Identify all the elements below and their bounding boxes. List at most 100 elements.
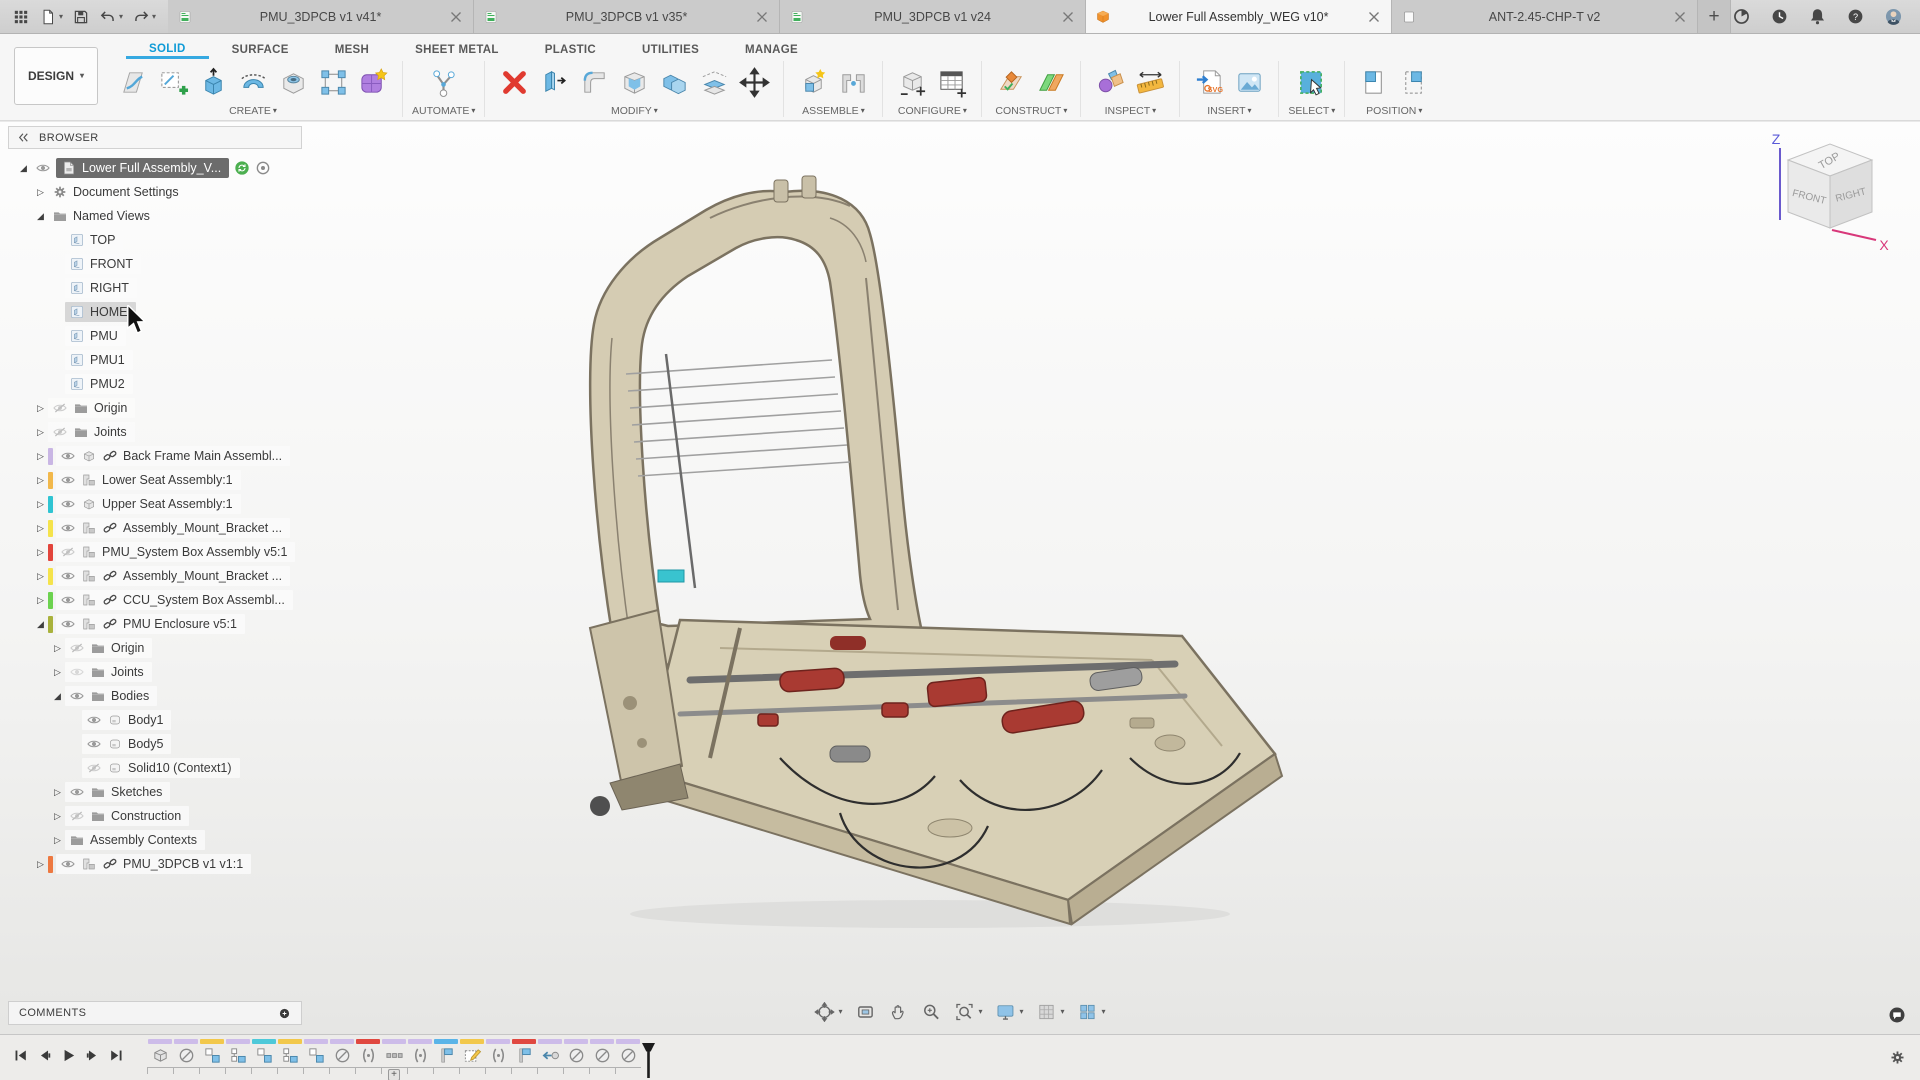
expander-expanded-icon[interactable]: ◢: [50, 691, 65, 702]
expander-collapsed-icon[interactable]: ▷: [33, 451, 48, 462]
save-button[interactable]: [72, 8, 90, 26]
visibility-toggle-icon[interactable]: [86, 712, 102, 728]
tool-revert-position[interactable]: [1394, 61, 1434, 103]
expander-collapsed-icon[interactable]: ▷: [33, 547, 48, 558]
browser-item[interactable]: Upper Seat Assembly:1: [56, 494, 241, 514]
timeline-feature-joint-mirror[interactable]: [355, 1039, 381, 1065]
ribbon-tab-utilities[interactable]: UTILITIES: [619, 39, 722, 59]
expander-collapsed-icon[interactable]: ▷: [33, 859, 48, 870]
browser-row[interactable]: ▷ PMU_System Box Assembly v5:1: [8, 540, 302, 564]
browser-row[interactable]: ◢ Lower Full Assembly_V...: [8, 156, 302, 180]
timeline-feature-joint[interactable]: [277, 1039, 303, 1065]
tool-move-copy[interactable]: [734, 61, 774, 103]
tool-press-pull[interactable]: [534, 61, 574, 103]
document-tab[interactable]: PMU_3DPCB v1 v41*: [168, 0, 474, 33]
visibility-toggle[interactable]: [31, 158, 55, 178]
browser-row[interactable]: Body1: [8, 708, 302, 732]
visibility-toggle-icon[interactable]: [69, 664, 85, 680]
browser-item[interactable]: Body1: [82, 710, 171, 730]
close-tab-icon[interactable]: [448, 9, 464, 25]
tool-insert-canvas[interactable]: [1229, 61, 1269, 103]
close-tab-icon[interactable]: [1366, 9, 1382, 25]
group-label-inspect[interactable]: INSPECT▾: [1105, 105, 1157, 117]
visibility-toggle-icon[interactable]: [69, 808, 85, 824]
timeline-group-expand-icon[interactable]: +: [388, 1069, 400, 1080]
visibility-toggle-icon[interactable]: [60, 496, 76, 512]
tool-extrude[interactable]: [193, 61, 233, 103]
expander-collapsed-icon[interactable]: ▷: [33, 475, 48, 486]
pb-skip-start-button[interactable]: [12, 1047, 29, 1064]
browser-item[interactable]: PMU_System Box Assembly v5:1: [56, 542, 295, 562]
visibility-toggle-icon[interactable]: [60, 616, 76, 632]
tool-form[interactable]: [353, 61, 393, 103]
expander-collapsed-icon[interactable]: ▷: [33, 571, 48, 582]
tool-configuration-table[interactable]: [932, 61, 972, 103]
timeline-feature-component[interactable]: [251, 1039, 277, 1065]
close-tab-icon[interactable]: [1672, 9, 1688, 25]
expander-collapsed-icon[interactable]: ▷: [33, 187, 48, 198]
ribbon-tab-surface[interactable]: SURFACE: [209, 39, 312, 59]
expander-expanded-icon[interactable]: ◢: [16, 163, 31, 174]
browser-row[interactable]: PMU2: [8, 372, 302, 396]
nav-zoom-button[interactable]: [921, 1002, 941, 1022]
tool-pattern[interactable]: [313, 61, 353, 103]
browser-row[interactable]: ▷Origin: [8, 396, 302, 420]
browser-item[interactable]: Sketches: [65, 782, 170, 802]
notifications-icon[interactable]: [1807, 6, 1828, 27]
tool-hole[interactable]: [273, 61, 313, 103]
browser-item[interactable]: Origin: [65, 638, 152, 658]
expander-collapsed-icon[interactable]: ▷: [50, 667, 65, 678]
close-tab-icon[interactable]: [1060, 9, 1076, 25]
browser-row[interactable]: ▷Lower Seat Assembly:1: [8, 468, 302, 492]
timeline-feature-plane-flag[interactable]: [433, 1039, 459, 1065]
browser-item[interactable]: Back Frame Main Assembl...: [56, 446, 290, 466]
browser-item[interactable]: Origin: [48, 398, 135, 418]
tool-generative-design[interactable]: [424, 61, 464, 103]
timeline-feature-circle[interactable]: [563, 1039, 589, 1065]
visibility-toggle-icon[interactable]: [69, 688, 85, 704]
group-label-create[interactable]: CREATE▾: [229, 105, 277, 117]
timeline-feature-sketch-edit[interactable]: [459, 1039, 485, 1065]
browser-row[interactable]: ▷ Back Frame Main Assembl...: [8, 444, 302, 468]
visibility-toggle-icon[interactable]: [60, 544, 76, 560]
browser-item[interactable]: Joints: [65, 662, 152, 682]
nav-grid-button[interactable]: ▾: [1037, 1002, 1065, 1022]
tool-capture-position[interactable]: [1354, 61, 1394, 103]
avatar-icon[interactable]: [1883, 6, 1904, 27]
browser-item[interactable]: Named Views: [48, 206, 158, 226]
timeline-feature-joint-mirror[interactable]: [485, 1039, 511, 1065]
browser-item[interactable]: Assembly Contexts: [65, 830, 205, 850]
redo-button[interactable]: ▾: [132, 8, 156, 26]
help-icon[interactable]: ?: [1845, 6, 1866, 27]
context-badge-icon[interactable]: [255, 160, 271, 176]
pb-skip-end-button[interactable]: [108, 1047, 125, 1064]
browser-item[interactable]: Assembly_Mount_Bracket ...: [56, 566, 290, 586]
browser-row[interactable]: RIGHT: [8, 276, 302, 300]
browser-row[interactable]: PMU: [8, 324, 302, 348]
visibility-toggle-icon[interactable]: [60, 472, 76, 488]
tool-measure[interactable]: [1130, 61, 1170, 103]
browser-item[interactable]: FRONT: [65, 254, 141, 274]
tool-create-sketch[interactable]: [153, 61, 193, 103]
browser-item[interactable]: CCU_System Box Assembl...: [56, 590, 293, 610]
browser-item[interactable]: Construction: [65, 806, 189, 826]
tool-midplane[interactable]: [991, 61, 1031, 103]
nav-orbit-button[interactable]: ▾: [814, 1002, 842, 1022]
browser-item[interactable]: Document Settings: [48, 182, 187, 202]
selected-item[interactable]: Lower Full Assembly_V...: [56, 158, 229, 178]
nav-lookat-button[interactable]: [855, 1002, 875, 1022]
timeline-feature-dots[interactable]: [381, 1039, 407, 1065]
browser-item[interactable]: Solid10 (Context1): [82, 758, 240, 778]
comments-bar[interactable]: COMMENTS: [8, 1001, 302, 1025]
group-label-select[interactable]: SELECT▾: [1288, 105, 1335, 117]
viewport[interactable]: TOP FRONT RIGHT Z X BROWSER ◢Lower Full …: [0, 122, 1920, 1034]
close-tab-icon[interactable]: [754, 9, 770, 25]
browser-row[interactable]: ▷Joints: [8, 420, 302, 444]
tool-insert-svg[interactable]: SVG: [1189, 61, 1229, 103]
expander-collapsed-icon[interactable]: ▷: [33, 523, 48, 534]
expander-collapsed-icon[interactable]: ▷: [50, 787, 65, 798]
group-label-automate[interactable]: AUTOMATE▾: [412, 105, 475, 117]
timeline-feature-body[interactable]: [147, 1039, 173, 1065]
browser-row[interactable]: ▷Assembly_Mount_Bracket ...: [8, 516, 302, 540]
browser-row[interactable]: Solid10 (Context1): [8, 756, 302, 780]
